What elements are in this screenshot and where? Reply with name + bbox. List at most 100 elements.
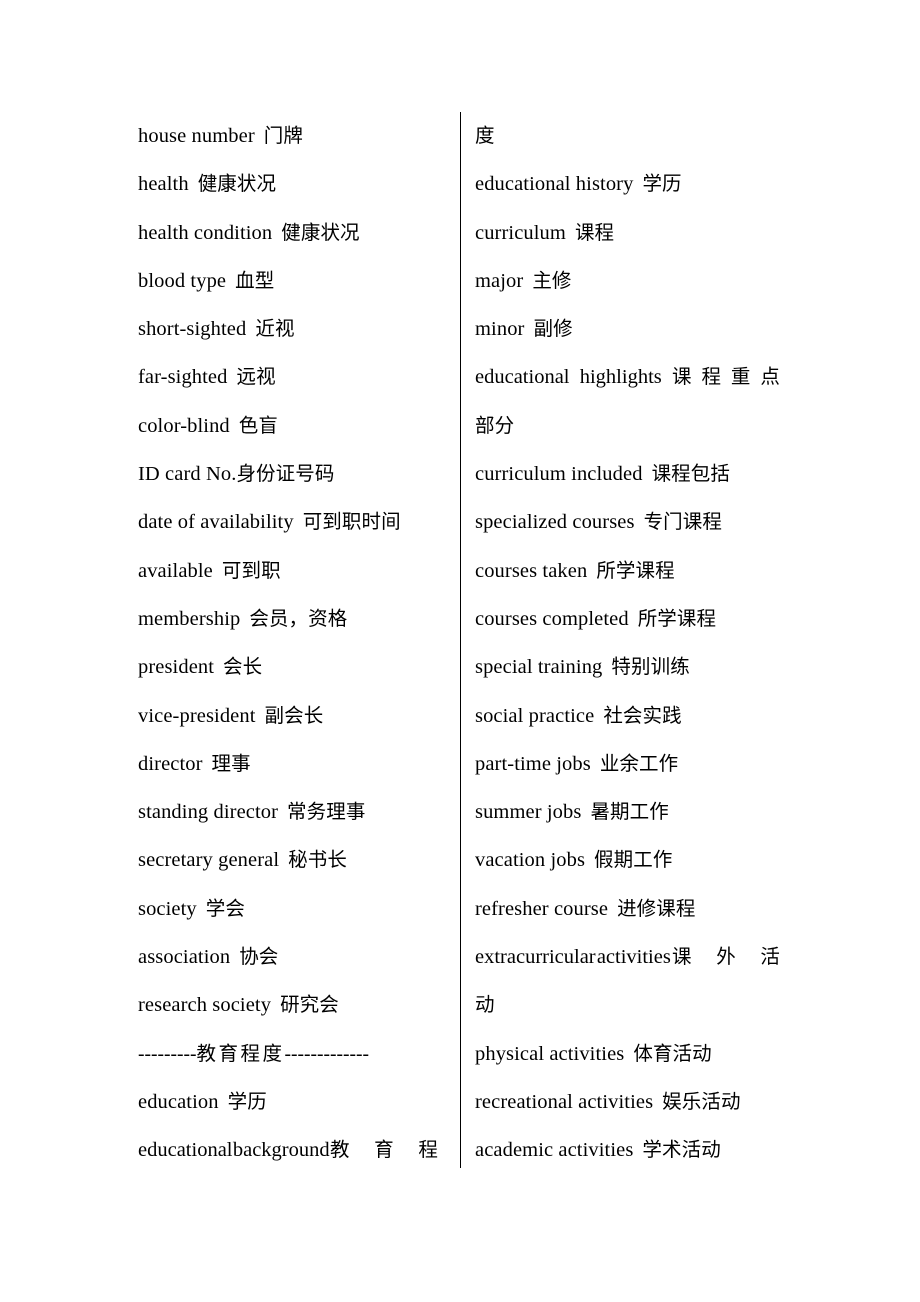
glossary-entry: recreational activities 娱乐活动: [475, 1078, 780, 1126]
entry-translation: 专门课程: [643, 510, 722, 534]
glossary-entry: far-sighted 远视: [138, 353, 438, 401]
entry-term-part1: educational: [475, 366, 570, 389]
glossary-entry: vice-president 副会长: [138, 692, 438, 740]
two-column-layout: house number 门牌 health 健康状况 health condition…: [0, 0, 920, 1302]
entry-translation: 课程包括: [651, 462, 730, 486]
entry-term: part-time jobs: [475, 752, 591, 775]
entry-term: blood type: [138, 269, 227, 292]
separator-label: 教育程度: [196, 1042, 284, 1065]
entry-term: house number: [138, 125, 255, 147]
glossary-entry: major 主修: [475, 257, 780, 305]
glossary-entry: minor 副修: [475, 305, 780, 353]
translation-char: 程: [701, 365, 722, 389]
entry-translation: 门牌: [263, 124, 303, 147]
glossary-entry: short-sighted 近视: [138, 305, 438, 353]
entry-translation: 假期工作: [594, 848, 673, 872]
entry-translation: 所学课程: [637, 606, 717, 630]
entry-term: date of availability: [138, 511, 294, 534]
entry-translation: 娱乐活动: [662, 1089, 741, 1113]
glossary-entry: president 会长: [138, 643, 438, 691]
separator-label-char: 度: [262, 1041, 285, 1065]
entry-term: society: [138, 897, 197, 920]
glossary-entry: courses completed 所学课程: [475, 595, 780, 643]
left-column: house number 门牌 health 健康状况 health condition…: [138, 112, 438, 1175]
entry-term: color-blind: [138, 414, 230, 437]
entry-translation: 会长: [223, 655, 263, 679]
entry-term-part1: educational: [138, 1139, 233, 1162]
entry-translation: 健康状况: [281, 220, 360, 244]
glossary-entry: membership 会员，资格: [138, 595, 438, 643]
glossary-entry-continuation: 动: [475, 993, 495, 1017]
translation-char: 教: [329, 1138, 350, 1162]
glossary-entry: part-time jobs 业余工作: [475, 740, 780, 788]
glossary-entry: curriculum included 课程包括: [475, 450, 780, 498]
glossary-entry: special training 特别训练: [475, 643, 780, 691]
glossary-entry: health condition 健康状况: [138, 209, 438, 257]
glossary-entry: physical activities 体育活动: [475, 1030, 780, 1078]
separator-label-char: 育: [218, 1041, 241, 1065]
entry-term-part1: extracurricular: [475, 946, 596, 969]
entry-translation: 理事: [211, 751, 251, 775]
entry-translation: 可到职时间: [302, 510, 401, 534]
translation-char: 育: [374, 1138, 394, 1162]
entry-term-part2: highlights: [579, 366, 662, 389]
entry-translation: 副会长: [264, 703, 324, 727]
separator-dashes-leading: ---------: [138, 1043, 197, 1065]
entry-term: educational history: [475, 173, 634, 196]
entry-translation: 课外活: [672, 933, 780, 981]
separator-dashes-trailing: -------------: [284, 1043, 369, 1065]
entry-term: vacation jobs: [475, 849, 586, 872]
entry-translation: 健康状况: [197, 172, 277, 196]
translation-char: 课: [672, 365, 692, 389]
glossary-entry: secretary general 秘书长: [138, 836, 438, 884]
entry-term: president: [138, 656, 215, 679]
entry-term: academic activities: [475, 1139, 634, 1162]
entry-term: standing director: [138, 801, 279, 824]
entry-term: minor: [475, 318, 525, 341]
entry-term: research society: [138, 994, 272, 1017]
right-column: 度 educational history 学历 curriculum 课程 major 主…: [475, 112, 780, 1175]
entry-term: ID card No.: [138, 463, 237, 486]
entry-term: vice-president: [138, 704, 256, 727]
glossary-entry: courses taken 所学课程: [475, 547, 780, 595]
entry-translation: 研究会: [280, 993, 339, 1017]
entry-term: curriculum: [475, 221, 566, 244]
glossary-entry: social practice 社会实践: [475, 692, 780, 740]
glossary-entry: date of availability 可到职时间: [138, 498, 438, 546]
glossary-entry: specialized courses 专门课程: [475, 498, 780, 546]
entry-translation: 学历: [642, 172, 682, 196]
translation-char: 点: [760, 365, 780, 389]
glossary-entry: house number 门牌: [138, 112, 438, 160]
entry-term: far-sighted: [138, 366, 228, 389]
entry-term: membership: [138, 607, 241, 630]
glossary-entry: society 学会: [138, 885, 438, 933]
glossary-entry: summer jobs 暑期工作: [475, 788, 780, 836]
glossary-entry: curriculum 课程: [475, 209, 780, 257]
entry-translation: 主修: [532, 268, 572, 292]
translation-char: 重: [730, 365, 751, 389]
separator-label-char: 教: [196, 1041, 219, 1065]
entry-translation: 会员，资格: [249, 606, 348, 630]
glossary-entry: extracurricular activities 课外活: [475, 933, 780, 981]
translation-char: 课: [672, 945, 692, 969]
entry-translation: 身份证号码: [236, 462, 335, 486]
entry-term: health: [138, 173, 189, 196]
entry-translation: 进修课程: [617, 896, 696, 920]
entry-translation: 远视: [236, 365, 276, 389]
entry-term: social practice: [475, 704, 595, 727]
glossary-entry: blood type 血型: [138, 257, 438, 305]
glossary-entry: available 可到职: [138, 547, 438, 595]
entry-translation: 社会实践: [603, 703, 682, 727]
entry-translation: 教育程: [330, 1126, 438, 1174]
glossary-entry: vacation jobs 假期工作: [475, 836, 780, 884]
entry-translation: 色盲: [238, 413, 278, 437]
glossary-entry: ID card No.身份证号码: [138, 450, 438, 498]
glossary-entry: academic activities 学术活动: [475, 1126, 780, 1174]
separator-label-char: 程: [240, 1041, 263, 1065]
entry-term: courses taken: [475, 559, 588, 582]
entry-term: recreational activities: [475, 1090, 654, 1113]
entry-term-part2: activities: [596, 946, 671, 969]
entry-term: short-sighted: [138, 318, 247, 341]
entry-translation: 副修: [533, 317, 573, 341]
entry-translation: 特别训练: [611, 655, 690, 679]
